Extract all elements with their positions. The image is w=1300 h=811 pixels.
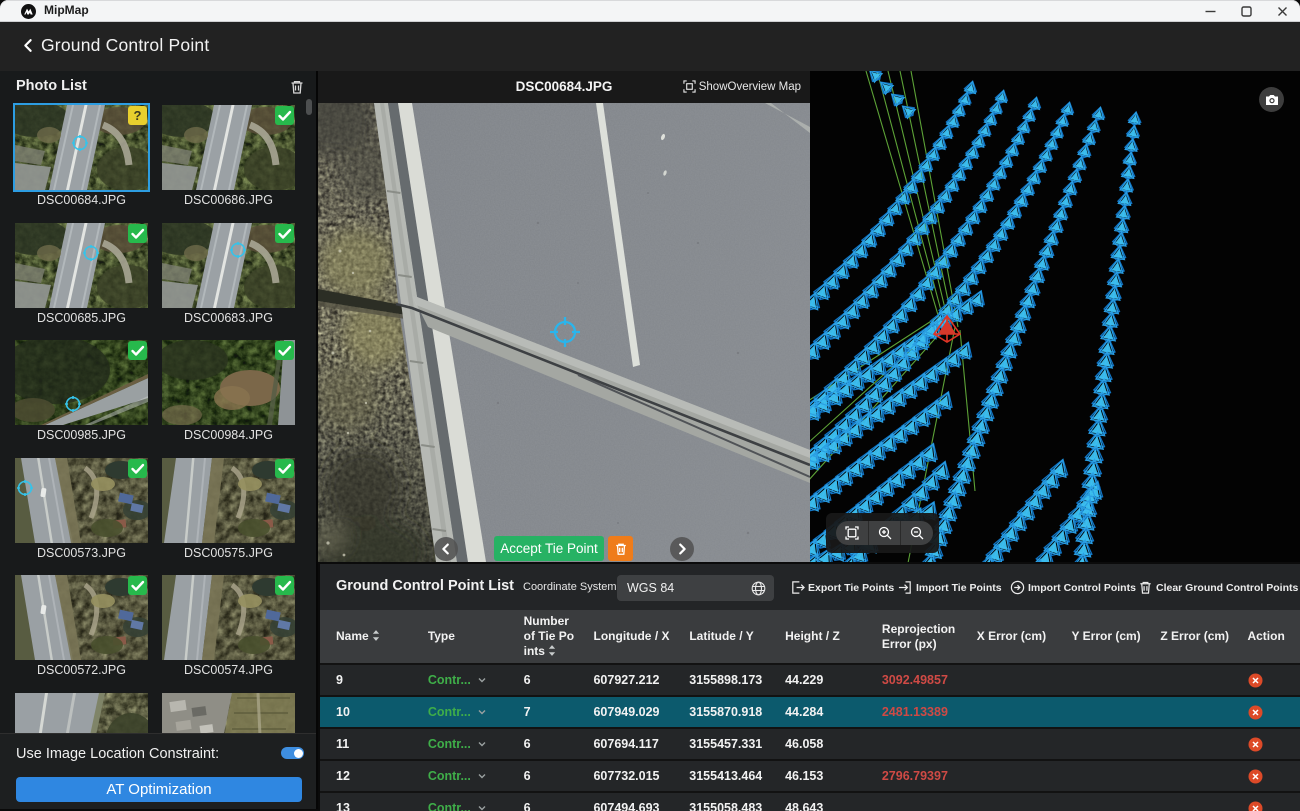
svg-text:?: ? [134,108,142,123]
